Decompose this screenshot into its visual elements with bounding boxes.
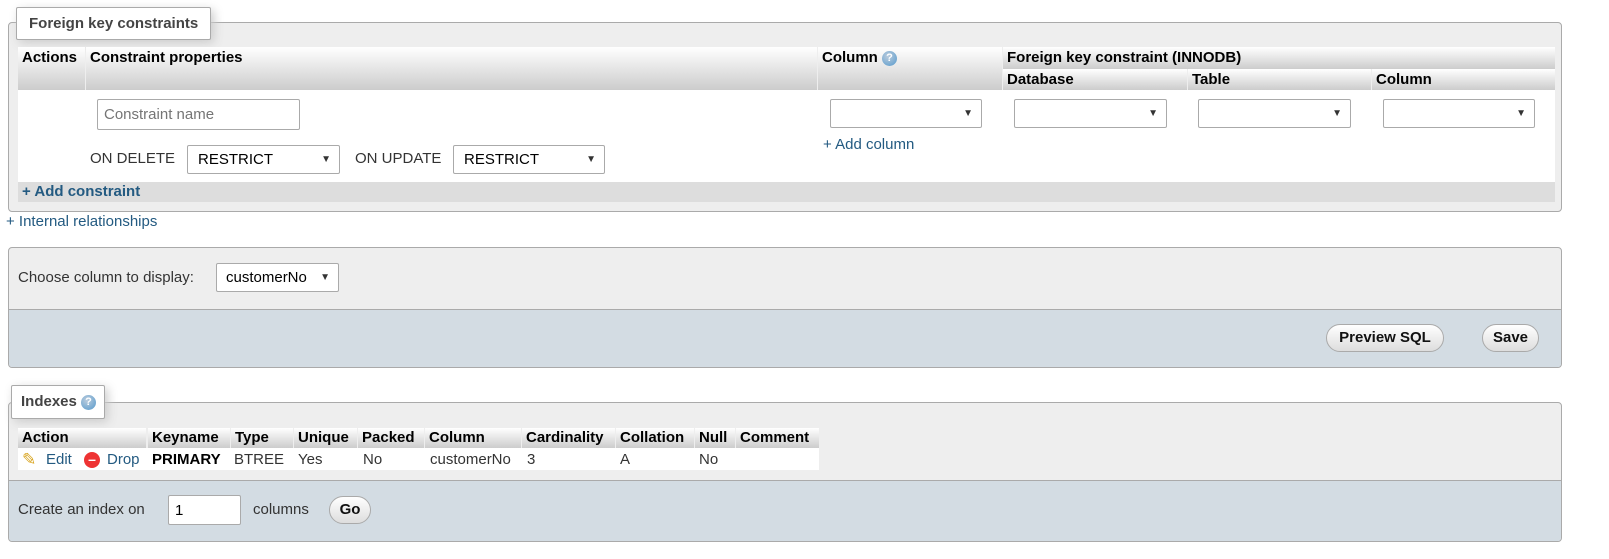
index-header-collation: Collation — [616, 428, 694, 448]
on-delete-label: ON DELETE — [90, 150, 176, 167]
index-header-packed: Packed — [358, 428, 424, 448]
drop-link[interactable]: Drop — [107, 451, 140, 468]
index-columns-input[interactable] — [168, 495, 241, 525]
table-select[interactable] — [1198, 99, 1351, 128]
cell-collation: A — [620, 451, 631, 468]
fk-legend: Foreign key constraints — [16, 7, 212, 40]
on-update-select[interactable]: RESTRICT — [453, 145, 605, 174]
indexes-footer — [9, 480, 1561, 541]
th-table: Table — [1188, 69, 1371, 90]
cell-packed: No — [363, 451, 383, 468]
add-column-link[interactable]: + Add column — [823, 136, 914, 153]
drop-icon[interactable]: – — [84, 452, 100, 468]
th-fk-group: Foreign key constraint (INNODB) — [1003, 47, 1555, 69]
index-header-type: Type — [231, 428, 293, 448]
index-header-cardinality: Cardinality — [522, 428, 615, 448]
display-column-select[interactable]: customerNo — [216, 263, 339, 292]
th-fk-column: Column — [1372, 69, 1555, 90]
save-button[interactable]: Save — [1482, 324, 1539, 352]
th-constraint-properties: Constraint properties — [86, 47, 817, 90]
constraint-name-input[interactable] — [97, 99, 300, 130]
index-header-null: Null — [695, 428, 735, 448]
indexes-legend: Indexes ? — [11, 385, 106, 419]
cell-keyname: PRIMARY — [152, 451, 221, 468]
display-label: Choose column to display: — [18, 269, 194, 286]
index-header-action: Action — [18, 428, 146, 448]
pencil-icon[interactable]: ✎ — [22, 450, 36, 470]
index-header-comment: Comment — [736, 428, 819, 448]
cell-unique: Yes — [298, 451, 323, 468]
on-delete-select[interactable]: RESTRICT — [187, 145, 340, 174]
database-select[interactable] — [1014, 99, 1167, 128]
internal-relationships-link[interactable]: + Internal relationships — [6, 213, 157, 230]
preview-sql-button[interactable]: Preview SQL — [1326, 324, 1444, 352]
edit-link[interactable]: Edit — [46, 451, 72, 468]
go-button[interactable]: Go — [329, 496, 371, 524]
index-header-column: Column — [425, 428, 521, 448]
columns-label: columns — [253, 501, 309, 518]
create-index-label: Create an index on — [18, 501, 145, 518]
cell-column: customerNo — [430, 451, 511, 468]
th-actions: Actions — [18, 47, 85, 90]
help-icon[interactable]: ? — [81, 394, 97, 410]
index-header-unique: Unique — [294, 428, 357, 448]
index-header-keyname: Keyname — [148, 428, 230, 448]
cell-null: No — [699, 451, 719, 468]
indexes-fieldset — [8, 402, 1562, 542]
indexes-legend-label: Indexes — [21, 393, 77, 410]
cell-type: BTREE — [234, 451, 285, 468]
add-constraint-link[interactable]: + Add constraint — [22, 183, 140, 200]
help-icon[interactable]: ? — [882, 50, 897, 66]
th-database: Database — [1003, 69, 1187, 90]
fk-column-select[interactable] — [1383, 99, 1535, 128]
th-column-label: Column — [822, 49, 878, 66]
on-update-label: ON UPDATE — [355, 150, 442, 167]
cell-cardinality: 3 — [527, 451, 536, 468]
add-constraint-bar — [18, 182, 1555, 202]
column-select[interactable] — [830, 99, 982, 128]
th-column: Column ? — [818, 47, 1002, 90]
